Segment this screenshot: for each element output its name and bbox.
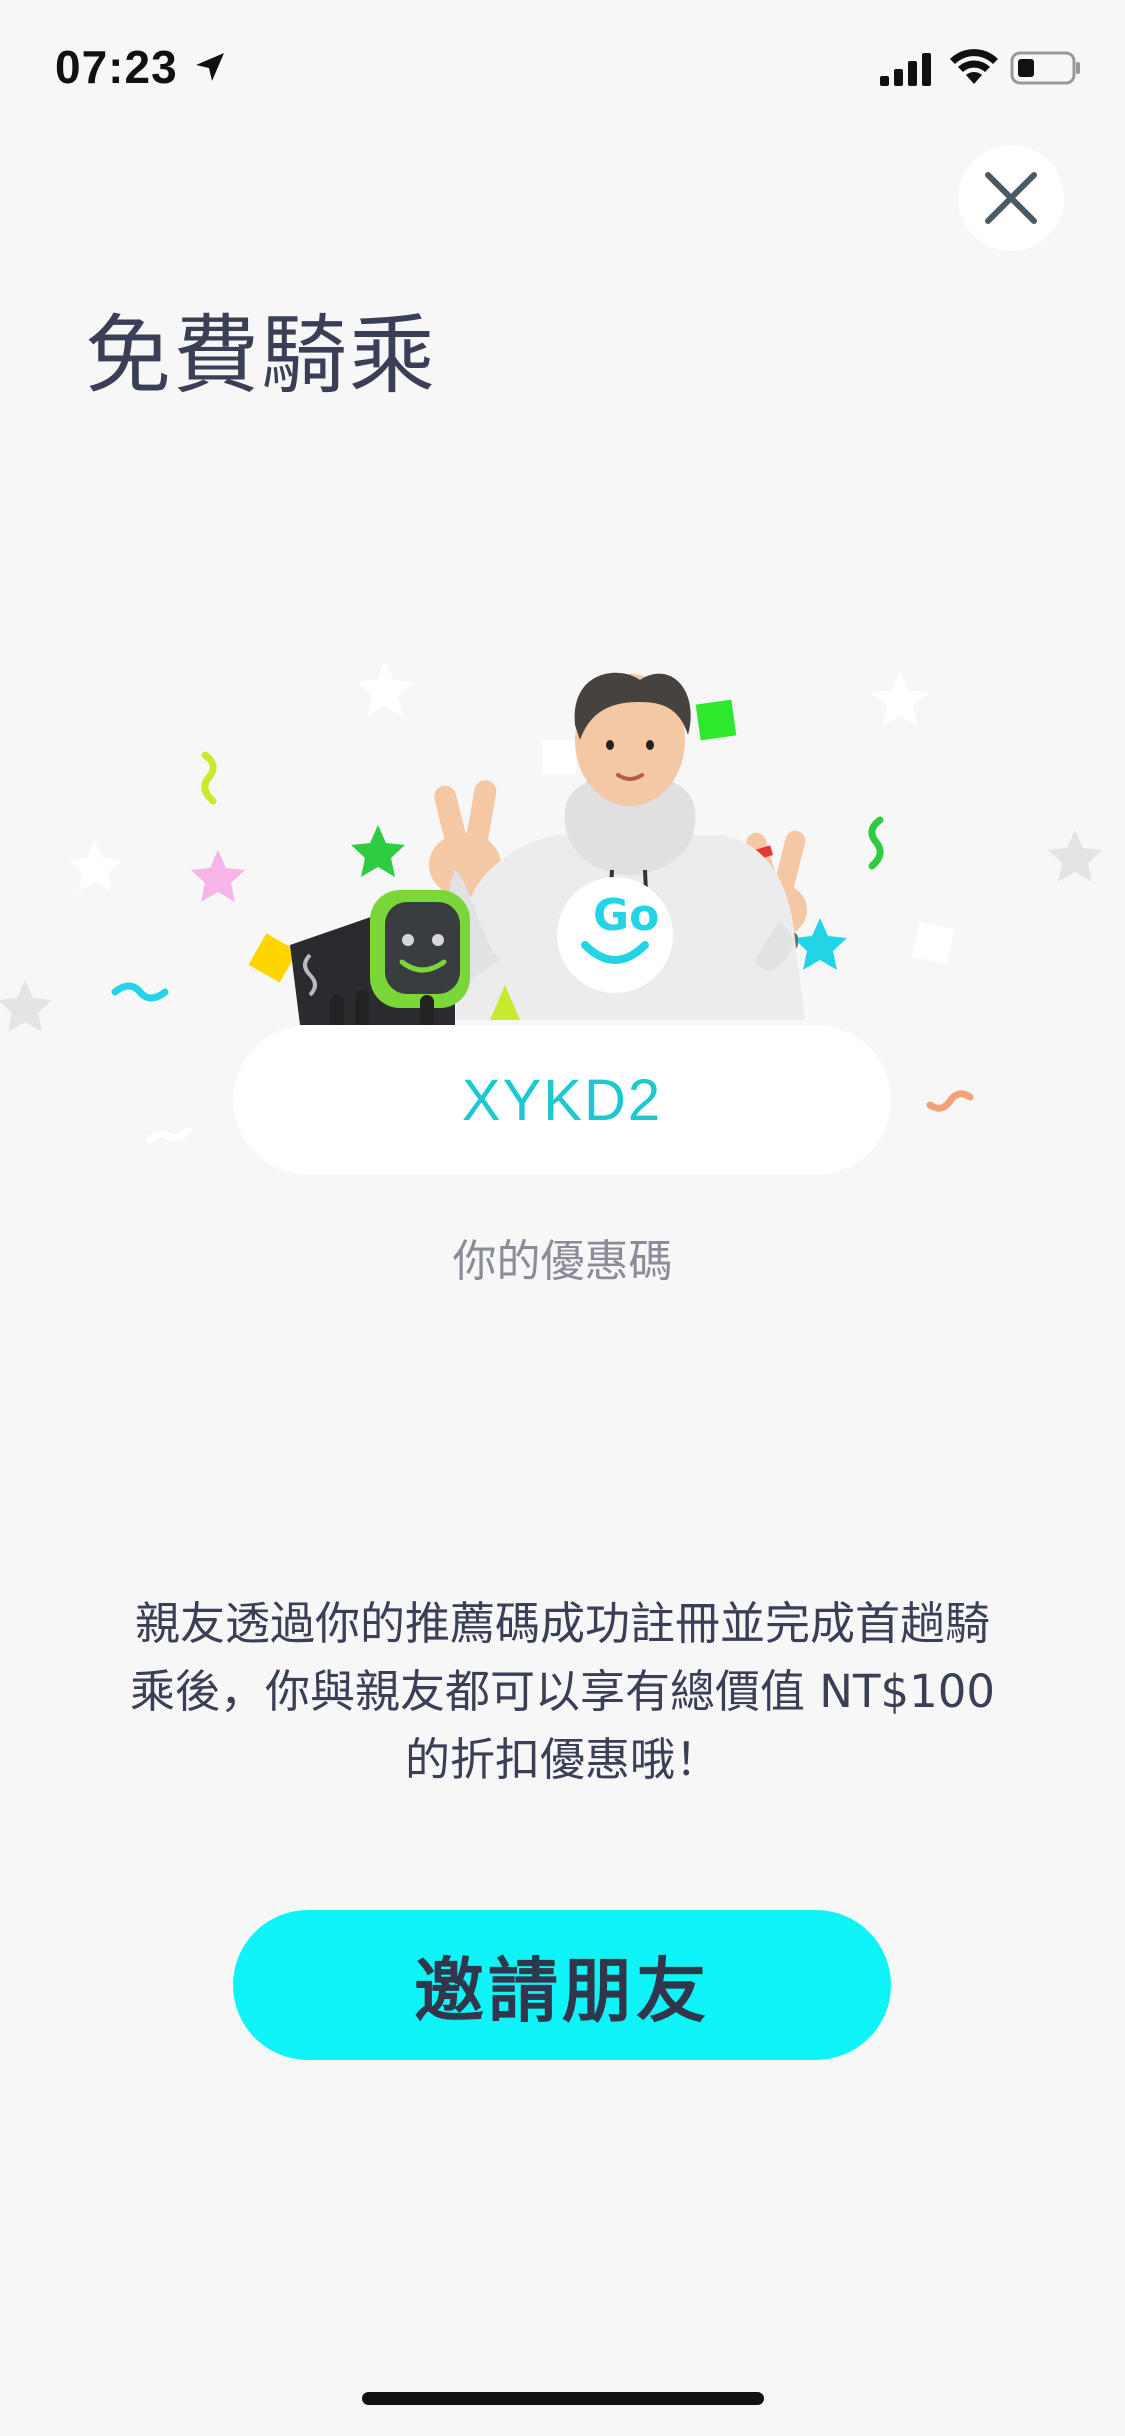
battery-icon (1010, 51, 1080, 85)
status-time: 07:23 (55, 41, 178, 93)
referral-code-box[interactable]: XYKD2 (233, 1025, 891, 1175)
page-title: 免費騎乘 (85, 306, 437, 406)
referral-description: 親友透過你的推薦碼成功註冊並完成首趟騎 乘後，你與親友都可以享有總價值 NT$1… (95, 1590, 1030, 1794)
referral-code[interactable]: XYKD2 (462, 1067, 662, 1134)
invite-friends-button[interactable]: 邀請朋友 (233, 1910, 891, 2060)
wifi-icon (950, 49, 998, 84)
location-arrow-icon (196, 53, 224, 81)
status-bar: 07:23 (0, 0, 1125, 135)
description-line: 乘後，你與親友都可以享有總價值 NT$100 (130, 1665, 995, 1718)
home-indicator[interactable] (362, 2392, 764, 2405)
close-button[interactable] (958, 145, 1064, 251)
close-icon (985, 172, 1037, 224)
description-line: 的折扣優惠哦！ (404, 1733, 720, 1786)
invite-friends-label: 邀請朋友 (414, 1949, 710, 2032)
hoodie-character: Go (429, 672, 807, 1020)
cellular-signal-icon (880, 53, 931, 86)
shirt-logo-text: Go (593, 890, 659, 941)
description-line: 親友透過你的推薦碼成功註冊並完成首趟騎 (134, 1597, 990, 1650)
referral-code-caption: 你的優惠碼 (452, 1236, 673, 1287)
